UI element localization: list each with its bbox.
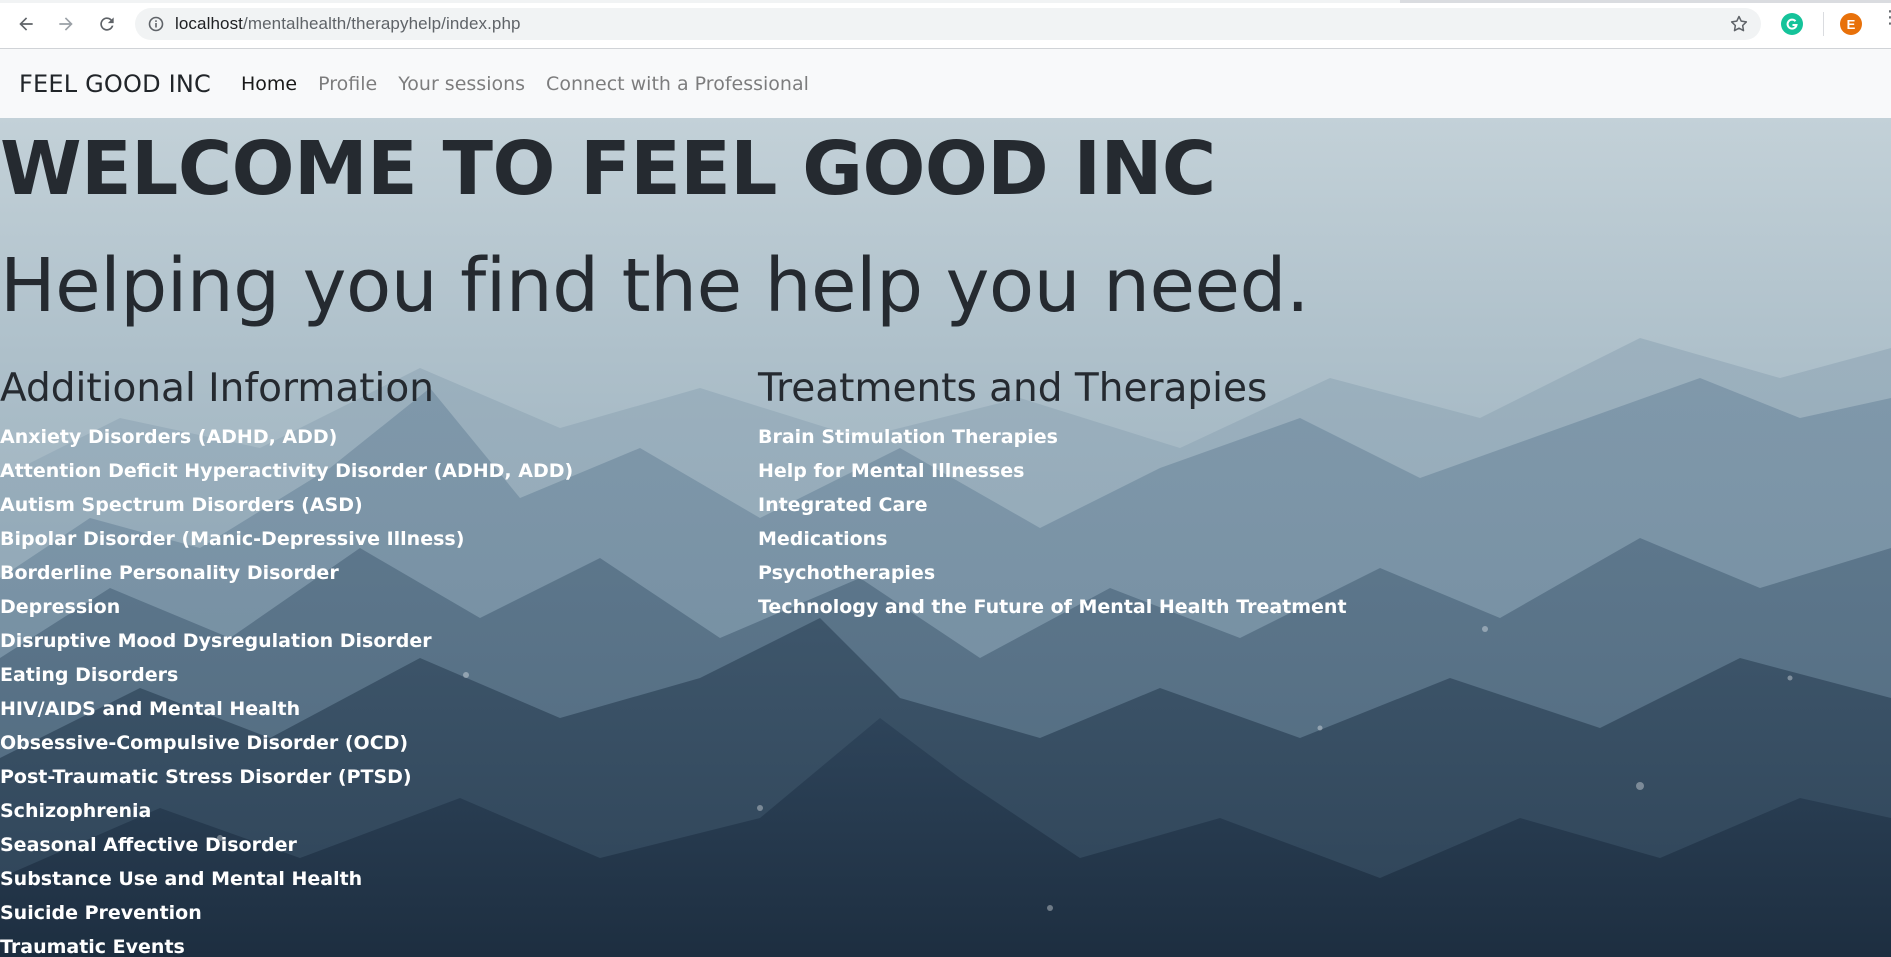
treatment-link[interactable]: Brain Stimulation Therapies xyxy=(758,426,1058,448)
profile-avatar[interactable]: E xyxy=(1840,13,1862,35)
topic-link[interactable]: Bipolar Disorder (Manic-Depressive Illne… xyxy=(0,528,464,550)
grammarly-icon[interactable] xyxy=(1781,13,1803,35)
topic-link[interactable]: Substance Use and Mental Health xyxy=(0,868,362,890)
topic-link[interactable]: Borderline Personality Disorder xyxy=(0,562,339,584)
list-item: Attention Deficit Hyperactivity Disorder… xyxy=(0,454,573,488)
additional-information-list: Anxiety Disorders (ADHD, ADD) Attention … xyxy=(0,420,573,957)
topic-link[interactable]: Attention Deficit Hyperactivity Disorder… xyxy=(0,460,573,482)
reload-icon[interactable] xyxy=(91,8,123,40)
browser-toolbar: localhost/mentalhealth/therapyhelp/index… xyxy=(0,0,1891,49)
treatments-list: Brain Stimulation Therapies Help for Men… xyxy=(758,420,1347,624)
list-item: Obsessive-Compulsive Disorder (OCD) xyxy=(0,726,573,760)
page-subtitle: Helping you find the help you need. xyxy=(0,243,1310,329)
list-item: Technology and the Future of Mental Heal… xyxy=(758,590,1347,624)
additional-information-heading: Additional Information xyxy=(0,366,434,411)
list-item: Brain Stimulation Therapies xyxy=(758,420,1347,454)
treatments-section: Treatments and Therapies Brain Stimulati… xyxy=(758,366,1347,624)
treatments-heading: Treatments and Therapies xyxy=(758,366,1268,411)
list-item: Post-Traumatic Stress Disorder (PTSD) xyxy=(0,760,573,794)
list-item: Bipolar Disorder (Manic-Depressive Illne… xyxy=(0,522,573,556)
list-item: Disruptive Mood Dysregulation Disorder xyxy=(0,624,573,658)
url-host: localhost xyxy=(175,14,243,33)
list-item: Integrated Care xyxy=(758,488,1347,522)
topic-link[interactable]: Eating Disorders xyxy=(0,664,178,686)
topic-link[interactable]: Autism Spectrum Disorders (ASD) xyxy=(0,494,363,516)
nav-link-connect[interactable]: Connect with a Professional xyxy=(546,73,809,95)
topic-link[interactable]: Post-Traumatic Stress Disorder (PTSD) xyxy=(0,766,412,788)
topic-link[interactable]: Schizophrenia xyxy=(0,800,151,822)
nav-link-sessions[interactable]: Your sessions xyxy=(398,73,525,95)
hero-section: WELCOME TO FEEL GOOD INC Helping you fin… xyxy=(0,118,1891,957)
treatment-link[interactable]: Integrated Care xyxy=(758,494,928,516)
topic-link[interactable]: Disruptive Mood Dysregulation Disorder xyxy=(0,630,432,652)
address-bar[interactable]: localhost/mentalhealth/therapyhelp/index… xyxy=(135,8,1761,40)
topic-link[interactable]: Traumatic Events xyxy=(0,936,185,957)
list-item: Eating Disorders xyxy=(0,658,573,692)
list-item: Substance Use and Mental Health xyxy=(0,862,573,896)
list-item: Help for Mental Illnesses xyxy=(758,454,1347,488)
nav-link-home[interactable]: Home xyxy=(241,73,297,95)
list-item: Psychotherapies xyxy=(758,556,1347,590)
url-path: /mentalhealth/therapyhelp/index.php xyxy=(243,14,521,33)
forward-arrow-icon[interactable] xyxy=(50,8,82,40)
topic-link[interactable]: Obsessive-Compulsive Disorder (OCD) xyxy=(0,732,408,754)
site-navbar: FEEL GOOD INC Home Profile Your sessions… xyxy=(0,49,1891,118)
hero-content: WELCOME TO FEEL GOOD INC Helping you fin… xyxy=(0,118,1891,957)
topic-link[interactable]: HIV/AIDS and Mental Health xyxy=(0,698,300,720)
avatar-letter: E xyxy=(1846,16,1856,32)
back-arrow-icon[interactable] xyxy=(10,8,42,40)
list-item: Autism Spectrum Disorders (ASD) xyxy=(0,488,573,522)
list-item: Seasonal Affective Disorder xyxy=(0,828,573,862)
tab-strip-edge xyxy=(0,0,1891,3)
list-item: Schizophrenia xyxy=(0,794,573,828)
list-item: Medications xyxy=(758,522,1347,556)
list-item: HIV/AIDS and Mental Health xyxy=(0,692,573,726)
topic-link[interactable]: Suicide Prevention xyxy=(0,902,202,924)
topic-link[interactable]: Seasonal Affective Disorder xyxy=(0,834,297,856)
topic-link[interactable]: Anxiety Disorders (ADHD, ADD) xyxy=(0,426,337,448)
url-text[interactable]: localhost/mentalhealth/therapyhelp/index… xyxy=(175,14,521,34)
treatment-link[interactable]: Technology and the Future of Mental Heal… xyxy=(758,596,1347,618)
info-icon[interactable] xyxy=(147,15,165,33)
list-item: Traumatic Events xyxy=(0,930,573,957)
brand-logo[interactable]: FEEL GOOD INC xyxy=(19,70,211,98)
additional-information-section: Additional Information Anxiety Disorders… xyxy=(0,366,573,957)
list-item: Depression xyxy=(0,590,573,624)
star-icon[interactable] xyxy=(1729,14,1749,34)
page-title: WELCOME TO FEEL GOOD INC xyxy=(0,126,1216,212)
list-item: Suicide Prevention xyxy=(0,896,573,930)
menu-dots-icon[interactable]: ⋮ xyxy=(1881,8,1891,36)
toolbar-divider xyxy=(1823,12,1824,36)
nav-link-profile[interactable]: Profile xyxy=(318,73,377,95)
treatment-link[interactable]: Help for Mental Illnesses xyxy=(758,460,1025,482)
topic-link[interactable]: Depression xyxy=(0,596,120,618)
treatment-link[interactable]: Psychotherapies xyxy=(758,562,935,584)
nav-links: Home Profile Your sessions Connect with … xyxy=(241,73,830,95)
list-item: Anxiety Disorders (ADHD, ADD) xyxy=(0,420,573,454)
list-item: Borderline Personality Disorder xyxy=(0,556,573,590)
treatment-link[interactable]: Medications xyxy=(758,528,887,550)
